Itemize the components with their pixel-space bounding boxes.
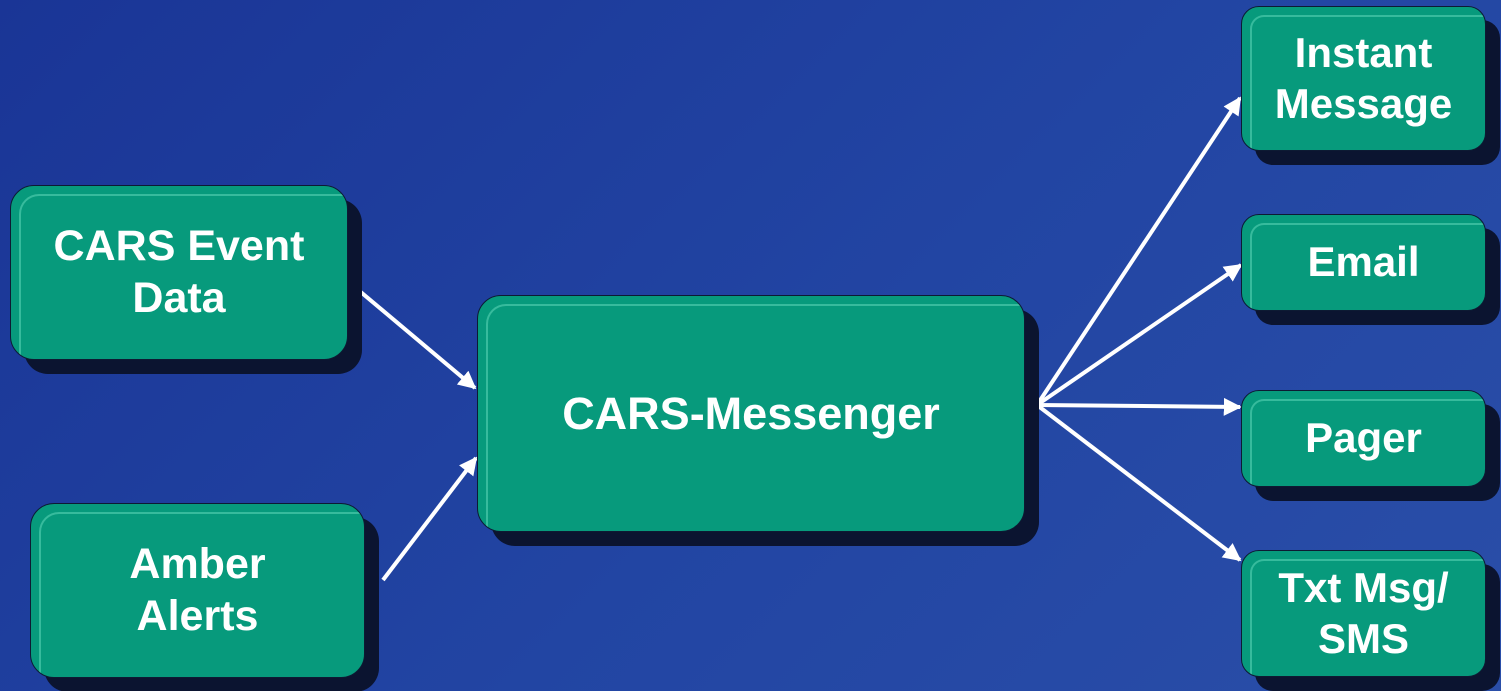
cars-messenger-box: CARS-Messenger: [477, 295, 1025, 532]
amber-alerts-box: Amber Alerts: [30, 503, 365, 678]
cars-event-data-box: CARS Event Data: [10, 185, 348, 360]
email-label: Email: [1307, 238, 1420, 286]
amber-alerts-label: Amber Alerts: [129, 539, 266, 640]
arrow-messenger-to-instant: [1035, 96, 1242, 407]
pager-label: Pager: [1305, 414, 1422, 462]
txt-msg-sms-box: Txt Msg/ SMS: [1241, 550, 1486, 677]
instant-message-label: Instant Message: [1274, 29, 1453, 127]
instant-message-box: Instant Message: [1241, 6, 1486, 151]
arrow-messenger-to-pager: [1036, 397, 1242, 416]
arrow-cars-event-to-messenger: [348, 281, 477, 390]
cars-messenger-label: CARS-Messenger: [562, 387, 940, 439]
arrow-amber-to-messenger: [381, 456, 478, 582]
email-box: Email: [1241, 214, 1486, 311]
arrow-messenger-to-email: [1035, 263, 1243, 407]
arrow-messenger-to-txt: [1035, 403, 1242, 562]
cars-event-data-label: CARS Event Data: [53, 221, 305, 322]
txt-msg-sms-label: Txt Msg/ SMS: [1278, 564, 1449, 662]
pager-box: Pager: [1241, 390, 1486, 487]
